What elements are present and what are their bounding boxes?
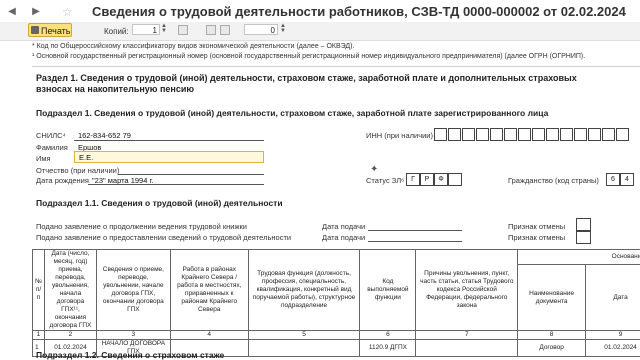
status-cell: Г [406, 173, 420, 186]
toolbar [0, 22, 640, 41]
row-cell: Договор [517, 339, 587, 357]
snils-value: 162-834-652 79 [78, 131, 131, 140]
basis-header: Основание [517, 248, 640, 266]
header-cell: Наименование документа [517, 264, 587, 331]
inn-cells[interactable] [434, 128, 640, 141]
header-cell: Код выполняемой функции [359, 249, 417, 331]
name-label: Имя [36, 154, 51, 163]
note-okved: * Код по Общероссийскому классификатору … [32, 43, 355, 50]
note-ogrn: ¹ Основной государственный регистрационн… [32, 53, 586, 60]
page-settings-icon[interactable] [178, 25, 188, 35]
provide-cancel-checkbox[interactable] [576, 231, 591, 244]
column-number: 4 [169, 330, 249, 340]
copies-spinner-icon[interactable]: ▲ ▼ [161, 23, 167, 34]
name-value: Е.Е. [79, 153, 94, 162]
save-icon[interactable] [206, 25, 216, 35]
continue-date-label: Дата подачи [322, 222, 366, 231]
status-cell: Р [420, 173, 434, 186]
section1-title-line1: Раздел 1. Сведения о трудовой (иной) дея… [36, 73, 577, 83]
print-button[interactable]: Печать [28, 23, 72, 37]
provide-cancel-label: Признак отмены [508, 233, 566, 242]
continue-cancel-label: Признак отмены [508, 222, 566, 231]
zoom-input[interactable]: 0 [244, 24, 278, 35]
column-number: 3 [95, 330, 171, 340]
column-number: 7 [415, 330, 519, 340]
zoom-spinner-icon[interactable]: ▲ ▼ [280, 23, 286, 34]
snils-label: СНИЛС⁴ [36, 131, 66, 140]
subsection1-title: Подраздел 1. Сведения о трудовой (иной) … [36, 108, 549, 118]
row-cell [415, 339, 519, 357]
citizenship-label: Гражданство (код страны) [508, 176, 599, 185]
row-cell [247, 339, 361, 357]
column-number: 8 [517, 330, 587, 340]
column-number: 2 [43, 330, 97, 340]
continue-cancel-checkbox[interactable] [576, 218, 591, 231]
column-number: 6 [359, 330, 417, 340]
status-cell-empty [448, 173, 462, 186]
surname-label: Фамилия [36, 143, 68, 152]
copies-input[interactable]: 1 [132, 24, 160, 35]
citizenship-cell: 6 [606, 173, 620, 186]
header-cell: Трудовая функция (должность, профессия, … [247, 249, 361, 331]
header-cell: Дата [585, 264, 640, 331]
subsection12-title: Подраздел 1.2. Сведения о страховом стаж… [36, 350, 225, 360]
citizenship-cell: 4 [620, 173, 634, 186]
header-cell: Дата (число, месяц, год) приема, перевод… [43, 249, 97, 331]
zoom-icon[interactable] [220, 25, 230, 35]
forward-arrow-icon[interactable]: ▶ [30, 6, 42, 18]
provide-date-underline [368, 241, 462, 242]
column-number: 5 [247, 330, 361, 340]
row-cell: 1120.9 ДГПХ [359, 339, 417, 357]
back-arrow-icon[interactable]: ◀ [6, 6, 18, 18]
patronymic-label: Отчество (при наличии) [36, 166, 120, 175]
name-field[interactable]: Е.Е. [74, 151, 264, 163]
favorite-star-icon[interactable]: ☆ [62, 5, 73, 19]
activity-table: № п/п Дата (число, месяц, год) приема, п… [32, 248, 640, 357]
header-cell: Работа в районах Крайнего Севера / работ… [169, 249, 249, 331]
patronymic-underline [118, 174, 264, 175]
column-number: 9 [585, 330, 640, 340]
window-title: Сведения о трудовой деятельности работни… [92, 4, 626, 19]
divider [32, 66, 640, 67]
print-button-label: Печать [41, 26, 71, 36]
birth-underline [88, 184, 264, 185]
header-cell: Сведения о приеме, переводе, увольнении,… [95, 249, 171, 331]
mouse-cursor-icon: ✦ [370, 164, 379, 175]
row-cell: 01.02.2024 [585, 339, 640, 357]
birth-label: Дата рождения [36, 176, 89, 185]
status-cell: Ф [434, 173, 448, 186]
copies-label: Копий: [104, 27, 129, 36]
status-label: Статус ЗЛ⁶ [366, 176, 405, 185]
inn-label: ИНН (при наличии) [366, 131, 433, 140]
header-cell: № п/п [32, 249, 45, 331]
header-cell: Причины увольнения, пункт, часть статьи,… [415, 249, 519, 331]
column-number: 1 [32, 330, 45, 340]
continue-book-label: Подано заявление о продолжении ведения т… [36, 222, 247, 231]
printer-icon [31, 26, 39, 34]
continue-date-underline [368, 230, 462, 231]
snils-underline [74, 140, 264, 141]
provide-date-label: Дата подачи [322, 233, 366, 242]
section1-title-line2: взносах на накопительную пенсию [36, 84, 195, 94]
subsection11-title: Подраздел 1.1. Сведения о трудовой (иной… [36, 198, 283, 208]
provide-info-label: Подано заявление о предоставлении сведен… [36, 233, 292, 242]
